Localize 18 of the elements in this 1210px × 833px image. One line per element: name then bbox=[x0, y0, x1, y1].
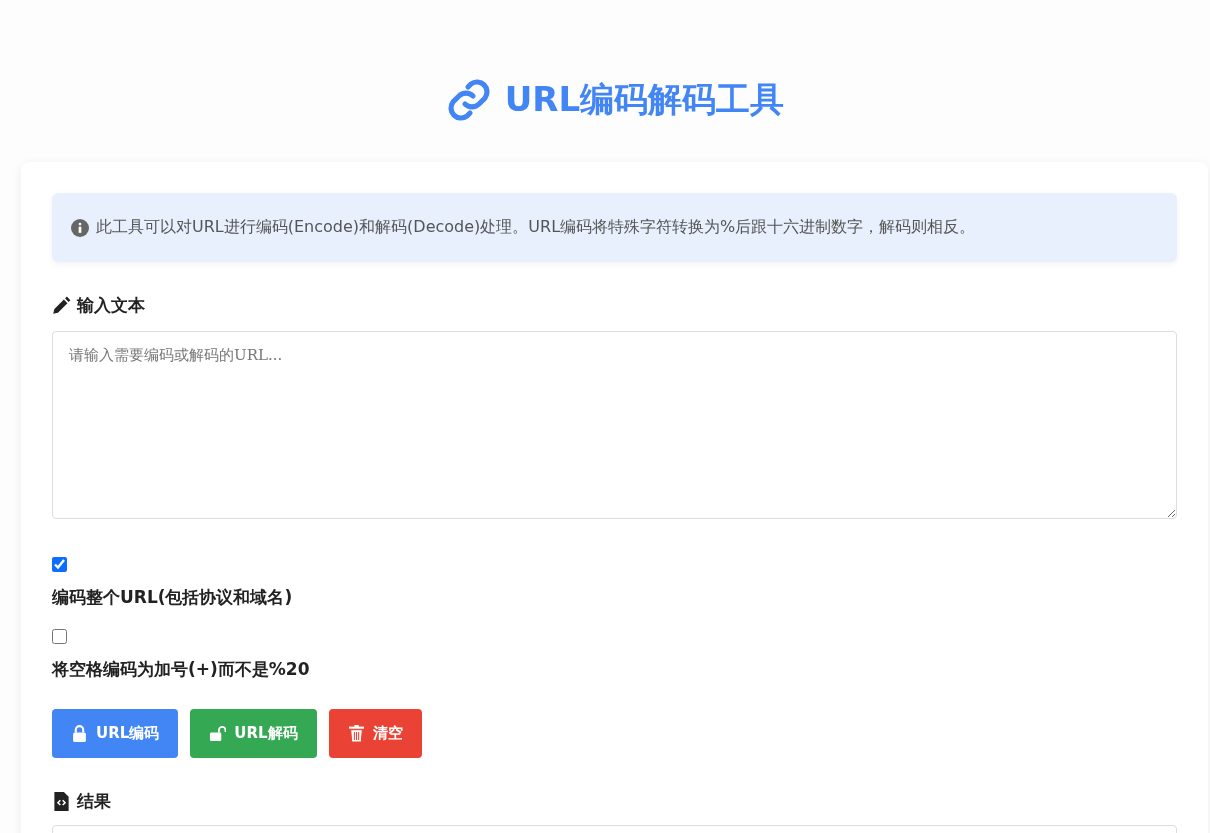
unlocked-padlock-icon bbox=[209, 725, 227, 742]
info-text: 此工具可以对URL进行编码(Encode)和解码(Decode)处理。URL编码将特殊字符转换为%后跟十六进制数字，解码则相反。 bbox=[96, 217, 976, 238]
checkbox[interactable] bbox=[52, 557, 67, 572]
section-label: 输入文本 bbox=[77, 294, 145, 317]
file-code-icon bbox=[52, 792, 71, 811]
pencil-icon bbox=[52, 296, 71, 315]
encode-button[interactable]: URL编码 bbox=[52, 709, 179, 758]
clear-button[interactable]: 清空 bbox=[328, 709, 422, 758]
info-icon bbox=[71, 218, 89, 237]
option-label: 编码整个URL(包括协议和域名) bbox=[52, 586, 293, 609]
input-field[interactable]: 请输入需要编码或解码的URL... bbox=[52, 331, 1177, 519]
option-label: 将空格编码为加号(+)而不是%20 bbox=[52, 658, 310, 681]
checkbox[interactable] bbox=[52, 629, 67, 644]
title-text: URL编码解码工具 bbox=[504, 78, 785, 121]
trash-icon bbox=[347, 725, 365, 742]
section-label: 结果 bbox=[77, 790, 111, 813]
padlock-icon bbox=[71, 725, 88, 742]
decode-button[interactable]: URL解码 bbox=[190, 709, 317, 758]
